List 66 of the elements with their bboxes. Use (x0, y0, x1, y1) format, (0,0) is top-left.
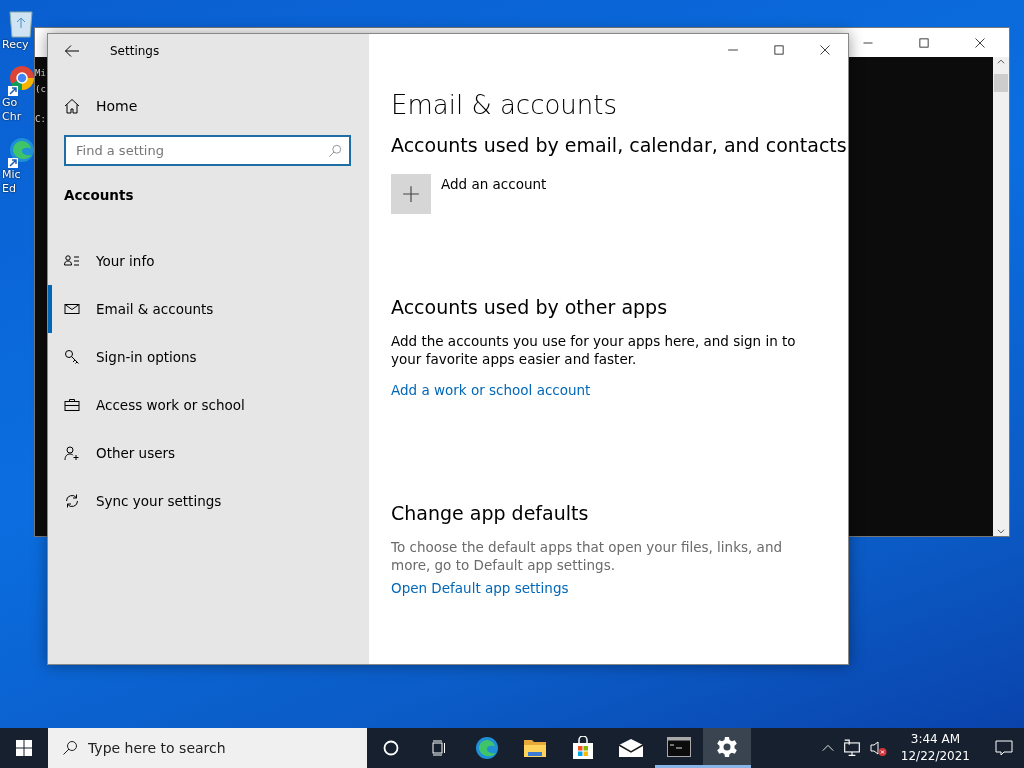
console-text: C: (35, 113, 46, 126)
desktop-icon-label[interactable]: Chr (2, 110, 22, 124)
scrollbar-thumb[interactable] (994, 74, 1008, 92)
speaker-muted-icon (868, 739, 887, 757)
desktop-icon-label[interactable]: Recy (2, 38, 29, 52)
nav-item[interactable]: Access work or school (48, 381, 369, 429)
desktop-icon-label[interactable]: Mic (2, 168, 21, 182)
add-account-label[interactable]: Add an account (441, 176, 547, 192)
person-add-icon (64, 445, 80, 461)
page-title: Email & accounts (391, 90, 618, 120)
close-icon (819, 44, 831, 56)
nav-item[interactable]: Sync your settings (48, 477, 369, 525)
maximize-icon (918, 36, 930, 49)
sync-icon (64, 493, 80, 509)
person-list-icon (64, 253, 80, 269)
task-view-icon (431, 740, 447, 756)
taskbar-app-button[interactable] (703, 728, 751, 768)
close-icon (974, 36, 986, 49)
speech-bubble-icon (994, 738, 1014, 758)
briefcase-icon (64, 397, 80, 413)
network-icon[interactable] (842, 739, 861, 757)
gear-icon (716, 735, 738, 758)
edge-browser-icon (475, 736, 499, 760)
back-button[interactable] (64, 43, 80, 59)
back-arrow-icon (64, 43, 80, 59)
circle-icon (383, 740, 399, 756)
search-icon (62, 740, 78, 756)
recycle-bin-icon (8, 8, 34, 38)
maximize-icon (773, 44, 785, 56)
plus-icon (402, 185, 420, 203)
description-text: Add the accounts you use for your apps here, and sign in to your favorite apps easier and faster. (391, 332, 797, 368)
mail-icon (618, 738, 644, 758)
scrollbar[interactable] (993, 57, 1009, 536)
monitor-icon (842, 739, 861, 757)
clock[interactable]: 3:44 AM 12/22/2021 (894, 731, 976, 765)
nav-item[interactable]: Other users (48, 429, 369, 477)
settings-link[interactable]: Add a work or school account (391, 382, 591, 398)
key-icon (64, 349, 80, 365)
nav-item[interactable]: Sign-in options (48, 333, 369, 381)
home-icon (64, 98, 80, 114)
desktop-icon-label[interactable]: Ed (2, 182, 16, 196)
console-text: Mi (35, 67, 46, 80)
console-text: (c (35, 83, 46, 96)
windows-logo-icon (16, 740, 32, 756)
window-title: Settings (110, 44, 160, 58)
scroll-up-icon (996, 57, 1006, 67)
store-bag-icon (572, 736, 594, 760)
description-text: To choose the default apps that open your files, links, and more, go to Default app settings. (391, 538, 783, 574)
settings-link[interactable]: Open Default app settings (391, 580, 569, 596)
section-heading: Accounts (64, 187, 135, 203)
section-heading: Accounts used by email, calendar, and contacts (391, 134, 847, 156)
envelope-icon (64, 301, 80, 317)
section-heading: Change app defaults (391, 502, 589, 524)
search-icon (328, 144, 342, 158)
home-nav-item[interactable]: Home (48, 90, 144, 122)
taskbar-search-field[interactable]: Type here to search (48, 728, 367, 768)
nav-item[interactable]: Your info (48, 237, 369, 285)
terminal-icon (667, 736, 691, 757)
folder-icon (523, 737, 547, 759)
notifications-button[interactable] (994, 738, 1014, 758)
section-heading: Accounts used by other apps (391, 296, 668, 318)
search-field[interactable]: Find a setting (64, 135, 351, 166)
scroll-down-icon (996, 526, 1006, 536)
nav-item[interactable]: Email & accounts (48, 285, 369, 333)
volume-muted-icon[interactable] (868, 739, 887, 757)
desktop-icon-label[interactable]: Go (2, 96, 18, 110)
